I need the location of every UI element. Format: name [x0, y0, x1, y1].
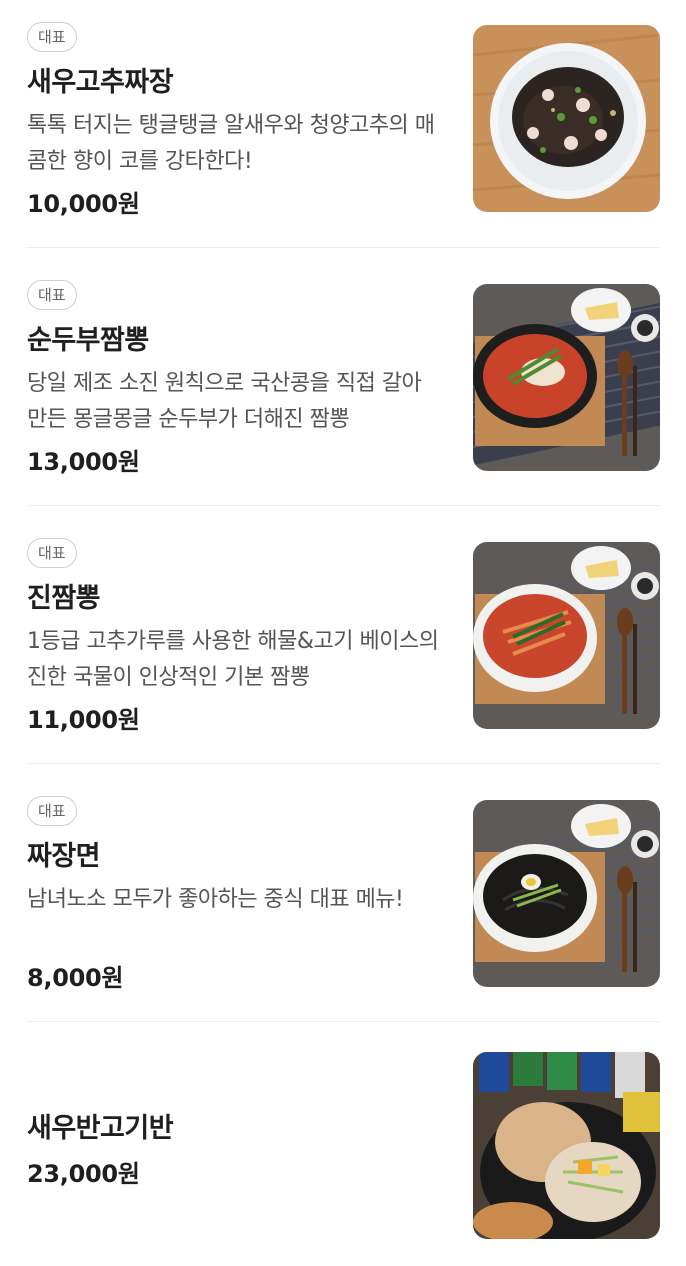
menu-item[interactable]: 대표 새우고추짜장 톡톡 터지는 탱글탱글 알새우와 청양고추의 매콤한 향이 … — [27, 22, 660, 248]
menu-item-price: 8,000원 — [27, 964, 124, 992]
menu-item-photo[interactable] — [473, 25, 660, 212]
menu-item[interactable]: 대표 짜장면 남녀노소 모두가 좋아하는 중식 대표 메뉴! 8,000원 — [27, 796, 660, 1022]
menu-item[interactable]: 대표 순두부짬뽕 당일 제조 소진 원칙으로 국산콩을 직접 갈아 만든 몽글몽… — [27, 280, 660, 506]
menu-item-price: 11,000원 — [27, 706, 140, 734]
menu-item-photo[interactable] — [473, 1052, 660, 1239]
menu-item-price: 10,000원 — [27, 190, 140, 218]
menu-item-description: 1등급 고추가루를 사용한 해물&고기 베이스의 진한 국물이 인상적인 기본 … — [27, 629, 439, 690]
signature-badge: 대표 — [27, 796, 77, 826]
menu-item[interactable]: 새우반고기반 23,000원 — [27, 1052, 660, 1242]
menu-item-description: 남녀노소 모두가 좋아하는 중식 대표 메뉴! — [27, 887, 404, 912]
menu-item-price: 23,000원 — [27, 1160, 140, 1188]
menu-item-description: 톡톡 터지는 탱글탱글 알새우와 청양고추의 매콤한 향이 코를 강타한다! — [27, 113, 435, 174]
menu-item[interactable]: 대표 진짬뽕 1등급 고추가루를 사용한 해물&고기 베이스의 진한 국물이 인… — [27, 538, 660, 764]
signature-badge: 대표 — [27, 538, 77, 568]
menu-item-name: 짜장면 — [27, 841, 101, 872]
menu-item-photo[interactable] — [473, 542, 660, 729]
menu-item-name: 새우반고기반 — [27, 1113, 174, 1144]
menu-item-price: 13,000원 — [27, 448, 140, 476]
menu-item-photo[interactable] — [473, 284, 660, 471]
menu-item-name: 새우고추짜장 — [27, 67, 174, 98]
menu-item-name: 진짬뽕 — [27, 583, 101, 614]
signature-badge: 대표 — [27, 280, 77, 310]
item-divider — [27, 1021, 660, 1022]
item-divider — [27, 763, 660, 764]
menu-item-photo[interactable] — [473, 800, 660, 987]
item-divider — [27, 505, 660, 506]
signature-badge: 대표 — [27, 22, 77, 52]
menu-list: 대표 새우고추짜장 톡톡 터지는 탱글탱글 알새우와 청양고추의 매콤한 향이 … — [0, 0, 686, 1266]
item-divider — [27, 247, 660, 248]
menu-item-name: 순두부짬뽕 — [27, 325, 149, 356]
menu-item-description: 당일 제조 소진 원칙으로 국산콩을 직접 갈아 만든 몽글몽글 순두부가 더해… — [27, 371, 422, 432]
